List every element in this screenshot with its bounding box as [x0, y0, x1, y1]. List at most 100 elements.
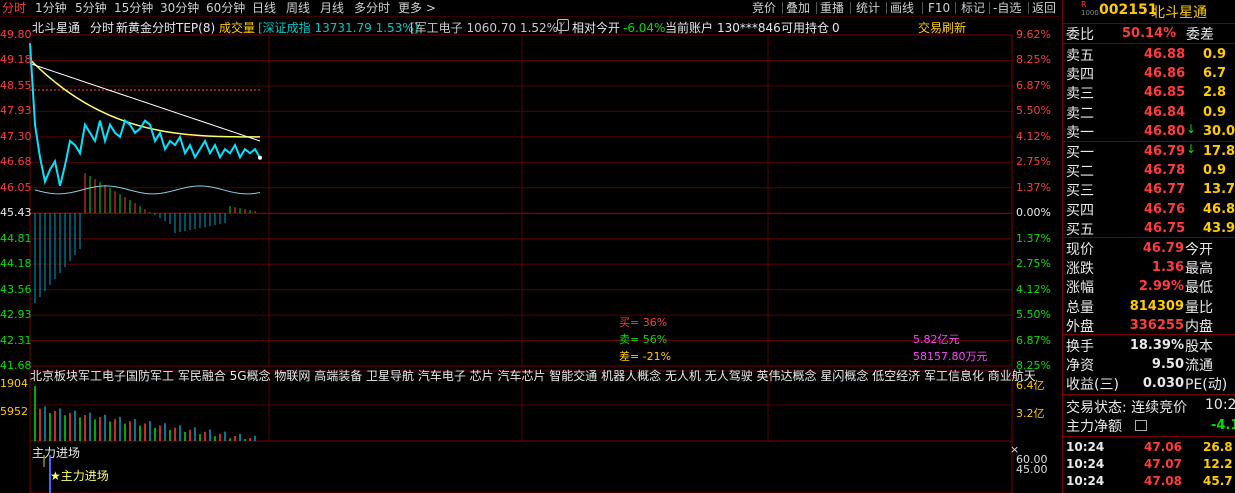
fenshi-label: 分时 — [90, 21, 115, 35]
relative-open-label: 相对今开 — [572, 21, 621, 35]
bid-row-price[interactable]: 46.76 — [1144, 202, 1185, 217]
tab-weekly[interactable]: 周线 — [286, 0, 310, 16]
bid-row-volume: 46.8 — [1203, 201, 1235, 217]
ask-row-price[interactable]: 46.86 — [1144, 66, 1185, 81]
ma-line — [29, 63, 261, 142]
bid-row-volume: 43.9 — [1203, 220, 1235, 236]
tab-more[interactable]: 更多 > — [398, 0, 436, 16]
stat-label: 涨跌 — [1066, 261, 1094, 278]
trade-status: 交易状态: 连续竞价 — [1066, 400, 1188, 416]
indicator-line — [34, 185, 261, 195]
intraday-chart[interactable] — [0, 17, 1060, 493]
avg-price-line — [29, 58, 261, 138]
holdings-value: 0 — [832, 21, 840, 35]
r-icon: R — [1081, 0, 1087, 9]
tool-f10[interactable]: F10 — [928, 0, 950, 16]
price-axis-label: 44.81 — [0, 231, 32, 245]
doc-icon[interactable] — [1135, 420, 1147, 431]
stat-value: 336255 — [1129, 317, 1184, 333]
price-axis-label: 44.18 — [0, 257, 32, 271]
price-axis-label: 49.18 — [0, 53, 32, 67]
stat-label-2: 内盘 — [1185, 318, 1213, 335]
tick-vol: 45.7 — [1203, 474, 1233, 488]
bid-row-volume: 13.7 — [1203, 182, 1235, 198]
bid-row-price[interactable]: 46.79 — [1144, 144, 1185, 159]
ask-row-price[interactable]: 46.80 — [1144, 124, 1185, 139]
pct-axis-label: 0.00% — [1016, 206, 1051, 220]
bid-row-price[interactable]: 46.75 — [1144, 221, 1185, 236]
relative-open-value: -6.04% — [623, 21, 666, 35]
tab-5min[interactable]: 5分钟 — [75, 0, 107, 16]
volume-label[interactable]: 成交量 — [219, 20, 255, 36]
indicator-label[interactable]: 新黄金分时TEP(8) — [116, 20, 215, 36]
price-axis-label: 49.80 — [0, 28, 32, 41]
ask-row-price[interactable]: 46.88 — [1144, 47, 1185, 62]
main-net-label: 主力净额 — [1066, 419, 1122, 435]
stat-label-2: 股本 — [1185, 339, 1213, 355]
price-axis-label: 42.31 — [0, 333, 32, 347]
bid-row-volume: 0.9 — [1203, 163, 1227, 179]
tick-time: 10:24 — [1066, 440, 1105, 454]
trade-refresh-button[interactable]: 交易刷新 — [918, 20, 966, 36]
price-axis-label: 48.55 — [0, 78, 32, 92]
tool-draw[interactable]: 画线 — [890, 0, 914, 16]
tool-mark[interactable]: 标记 — [961, 0, 985, 16]
stat-label-2: 量比 — [1185, 299, 1213, 316]
tab-15min[interactable]: 15分钟 — [114, 0, 153, 16]
ask-row-volume: 0.9 — [1203, 104, 1227, 120]
tab-daily[interactable]: 日线 — [252, 0, 276, 16]
tab-60min[interactable]: 60分钟 — [206, 0, 245, 16]
pct-axis-label: 6.87% — [1016, 78, 1051, 92]
price-axis-label: 45.43 — [0, 206, 32, 220]
pct-axis-label: 8.25% — [1016, 53, 1051, 67]
bid-row-price[interactable]: 46.78 — [1144, 163, 1185, 178]
down-arrow-icon: ↓ — [1186, 142, 1197, 156]
diff-ratio: 差= -21% — [619, 350, 672, 363]
stat-value: 46.79 — [1142, 241, 1184, 256]
tick-price: 47.07 — [1144, 457, 1182, 471]
bid-row-volume: 17.8 — [1203, 144, 1235, 159]
pct-axis-label: 2.75% — [1016, 257, 1051, 271]
pct-axis-label: 5.50% — [1016, 104, 1051, 118]
stock-name-label: 北斗星通 — [32, 21, 81, 35]
account-value: 130***846 — [717, 21, 781, 35]
tab-30min[interactable]: 30分钟 — [160, 0, 199, 16]
stat-value: 814309 — [1129, 298, 1184, 314]
stat-value: 0.030 — [1142, 376, 1184, 392]
ask-row-label: 卖四 — [1066, 67, 1094, 84]
relative-checkbox-icon[interactable]: ✓ — [557, 19, 569, 31]
tool-overlay[interactable]: 叠加 — [786, 0, 810, 16]
tick-price: 47.06 — [1144, 440, 1182, 454]
ask-row-label: 卖五 — [1066, 48, 1094, 64]
tab-fenshi[interactable]: 分时 — [2, 0, 26, 16]
main-net-value: -4.1 — [1211, 418, 1235, 433]
vol-axis-mid: 5952 — [0, 405, 28, 418]
tool-auction[interactable]: 竞价 — [752, 0, 776, 16]
ask-row-price[interactable]: 46.84 — [1144, 105, 1185, 120]
ask-row-label: 卖三 — [1066, 86, 1094, 103]
tool-watchlist[interactable]: -自选 — [993, 0, 1021, 16]
price-panel-border — [29, 34, 1013, 367]
tab-1min[interactable]: 1分钟 — [35, 0, 67, 16]
concept-tags[interactable]: 北京板块军工电子国防军工 军民融合 5G概念 物联网 高端装备 卫星导航 汽车电… — [30, 369, 1042, 383]
ask-row-volume: 0.9 — [1203, 47, 1227, 62]
account-label: 当前账户 — [665, 21, 714, 35]
tick-price: 47.08 — [1144, 474, 1182, 488]
trade-time: 10:25 — [1205, 397, 1235, 413]
price-axis-label: 41.68 — [0, 359, 32, 372]
bid-row-price[interactable]: 46.77 — [1144, 182, 1185, 197]
price-axis-label: 46.05 — [0, 180, 32, 194]
bid-row-label: 买四 — [1066, 202, 1094, 219]
tab-multi-fenshi[interactable]: 多分时 — [354, 0, 390, 16]
stat-label-2: 今开 — [1185, 242, 1213, 258]
stat-label-2: 最高 — [1185, 261, 1213, 278]
pct-axis-label: 4.12% — [1016, 129, 1051, 143]
tool-replay[interactable]: 重播 — [820, 0, 844, 16]
stat-label: 总量 — [1066, 299, 1094, 316]
tool-stats[interactable]: 统计 — [856, 0, 880, 16]
tool-back[interactable]: 返回 — [1032, 0, 1056, 16]
ask-row-price[interactable]: 46.85 — [1144, 85, 1185, 100]
stock-code: 002151 — [1099, 2, 1158, 18]
tab-monthly[interactable]: 月线 — [320, 0, 344, 16]
pct-axis-label: 5.50% — [1016, 308, 1051, 322]
